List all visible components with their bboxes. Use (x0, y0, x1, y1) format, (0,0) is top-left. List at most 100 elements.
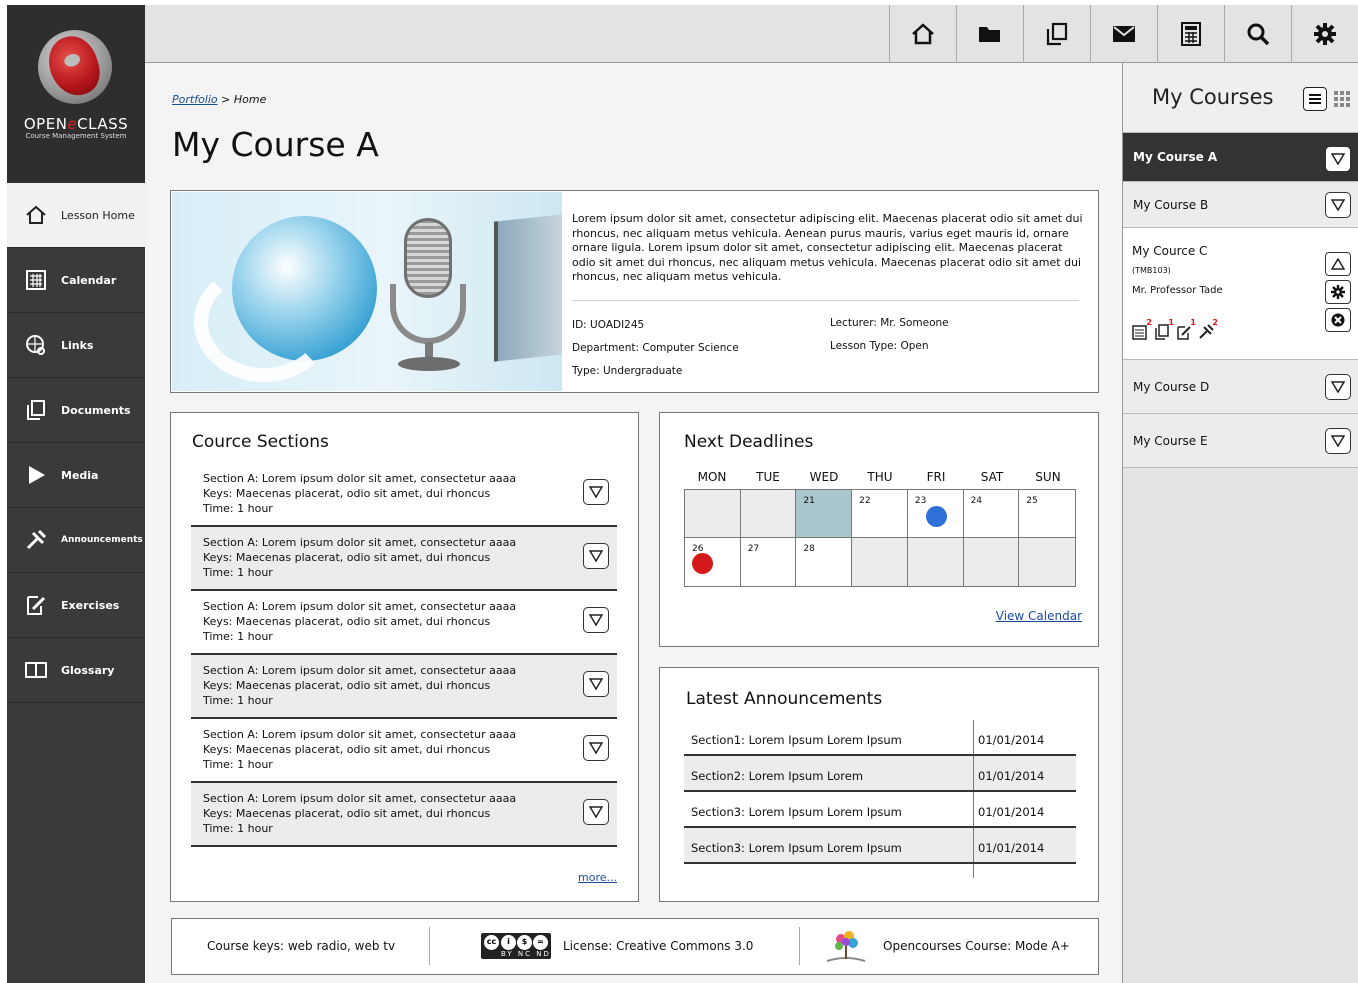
documents-icon (23, 398, 49, 422)
section-row[interactable]: Section A: Lorem ipsum dolor sit amet, c… (191, 719, 617, 783)
calendar-icon[interactable]: 2 (1132, 318, 1152, 343)
announcements-icon[interactable]: 2 (1198, 318, 1218, 343)
search-icon[interactable] (1224, 5, 1291, 63)
expand-section-button[interactable] (583, 735, 609, 761)
calculator-icon[interactable] (1157, 5, 1224, 63)
breadcrumb-portfolio-link[interactable]: Portfolio (172, 93, 218, 106)
course-lecturer: Lecturer: Mr. Someone (830, 317, 949, 329)
expand-section-button[interactable] (583, 799, 609, 825)
divider (572, 300, 1079, 301)
course-description: Lorem ipsum dolor sit amet, consectetur … (572, 212, 1083, 283)
calendar-day-number: 25 (1026, 496, 1038, 506)
announcement-row[interactable]: Section3: Lorem Ipsum Lorem Ipsum 01/01/2… (684, 828, 1076, 864)
opencourses-text: Opencourses Course: Mode A+ (883, 939, 1070, 953)
expand-section-button[interactable] (583, 671, 609, 697)
calendar-day[interactable]: 26 (685, 538, 741, 586)
documents-icon[interactable]: 1 (1154, 318, 1174, 343)
media-play-icon (23, 463, 49, 487)
gear-icon[interactable] (1291, 5, 1358, 63)
section-line3: Time: 1 hour (203, 566, 273, 579)
course-item-my-course-b[interactable]: My Course B (1123, 182, 1358, 228)
chevron-down-icon (589, 678, 603, 690)
app-window: OPENeCLASS Course Management System Less… (7, 5, 1358, 983)
notification-badge: 1 (1168, 318, 1174, 327)
section-line2: Keys: Maecenas placerat, odio sit amet, … (203, 679, 491, 692)
course-sections-list: Section A: Lorem ipsum dolor sit amet, c… (191, 463, 617, 847)
expand-section-button[interactable] (583, 607, 609, 633)
section-line3: Time: 1 hour (203, 822, 273, 835)
glossary-book-icon (23, 658, 49, 682)
section-line1: Section A: Lorem ipsum dolor sit amet, c… (203, 472, 517, 485)
sidebar-item-documents[interactable]: Documents (7, 378, 145, 443)
list-view-button[interactable] (1303, 87, 1327, 111)
sidebar-item-announcements[interactable]: Announcements (7, 508, 145, 573)
announcement-title: Section3: Lorem Ipsum Lorem Ipsum (684, 792, 974, 826)
exercises-icon (23, 593, 49, 617)
logo[interactable]: OPENeCLASS Course Management System (7, 5, 145, 183)
more-sections-link[interactable]: more... (578, 871, 617, 884)
expand-course-button[interactable] (1325, 146, 1351, 172)
course-item-my-course-d[interactable]: My Course D (1123, 360, 1358, 414)
announcement-row[interactable]: Section2: Lorem Ipsum Lorem 01/01/2014 (684, 756, 1076, 792)
calendar-day[interactable]: 24 (963, 490, 1020, 538)
sidebar-item-label: Exercises (61, 598, 120, 612)
sidebar-item-lesson-home[interactable]: Lesson Home (7, 183, 145, 248)
chevron-down-icon (589, 742, 603, 754)
copy-icon[interactable] (1023, 5, 1090, 63)
collapse-course-button[interactable] (1325, 252, 1351, 276)
course-professor: Mr. Professor Tade (1132, 285, 1223, 296)
deadline-marker[interactable] (692, 553, 713, 574)
announcement-row[interactable]: Section1: Lorem Ipsum Lorem Ipsum 01/01/2… (684, 720, 1076, 756)
logo-title: OPENeCLASS (23, 115, 129, 133)
folder-icon[interactable] (956, 5, 1023, 63)
course-settings-button[interactable] (1325, 280, 1351, 304)
links-icon (23, 333, 49, 357)
calendar-day[interactable]: 28 (796, 538, 853, 586)
course-item-my-course-c[interactable]: My Cource C (TMB103) Mr. Professor Tade … (1123, 228, 1358, 360)
deadline-marker[interactable] (925, 506, 947, 527)
grid-view-icon[interactable] (1333, 90, 1351, 108)
calendar-day[interactable]: 23 (907, 490, 964, 538)
chevron-down-icon (1331, 381, 1345, 393)
sidebar-item-media[interactable]: Media (7, 443, 145, 508)
expand-course-button[interactable] (1325, 374, 1351, 400)
table-divider (973, 864, 1076, 878)
divider (429, 927, 430, 965)
calendar-day[interactable]: 22 (852, 490, 908, 538)
course-item-my-course-a[interactable]: My Course A (1123, 133, 1358, 182)
home-icon[interactable] (889, 5, 956, 63)
sidebar-item-glossary[interactable]: Glossary (7, 638, 145, 703)
sidebar-item-exercises[interactable]: Exercises (7, 573, 145, 638)
weekday-label: FRI (926, 470, 946, 484)
sidebar-item-calendar[interactable]: Calendar (7, 248, 145, 313)
calendar-day[interactable]: 27 (740, 538, 797, 586)
section-line2: Keys: Maecenas placerat, odio sit amet, … (203, 807, 491, 820)
remove-course-button[interactable] (1325, 308, 1351, 332)
creative-commons-badge-icon: cc i $ = BY NC ND (481, 933, 551, 959)
announcement-date: 01/01/2014 (978, 733, 1045, 747)
course-item-my-course-e[interactable]: My Course E (1123, 414, 1358, 468)
chevron-down-icon (1331, 435, 1345, 447)
announcement-row[interactable]: Section3: Lorem Ipsum Lorem Ipsum 01/01/2… (684, 792, 1076, 828)
sidebar-item-links[interactable]: Links (7, 313, 145, 378)
section-row[interactable]: Section A: Lorem ipsum dolor sit amet, c… (191, 527, 617, 591)
section-row[interactable]: Section A: Lorem ipsum dolor sit amet, c… (191, 783, 617, 847)
expand-course-button[interactable] (1325, 428, 1351, 454)
section-line1: Section A: Lorem ipsum dolor sit amet, c… (203, 792, 517, 805)
expand-section-button[interactable] (583, 479, 609, 505)
course-id: ID: UOADI245 (572, 319, 645, 331)
expand-course-button[interactable] (1325, 192, 1351, 218)
exercises-icon[interactable]: 1 (1176, 318, 1196, 343)
section-row[interactable]: Section A: Lorem ipsum dolor sit amet, c… (191, 591, 617, 655)
section-row[interactable]: Section A: Lorem ipsum dolor sit amet, c… (191, 655, 617, 719)
view-calendar-link[interactable]: View Calendar (996, 609, 1082, 623)
right-sidebar: My Courses My Course A My Course B My Co… (1122, 63, 1358, 983)
section-row[interactable]: Section A: Lorem ipsum dolor sit amet, c… (191, 463, 617, 527)
expand-section-button[interactable] (583, 543, 609, 569)
divider (799, 927, 800, 965)
announcements-table: Section1: Lorem Ipsum Lorem Ipsum 01/01/2… (684, 720, 1076, 878)
notification-badge: 2 (1212, 318, 1218, 327)
calendar-day-today[interactable]: 21 (796, 490, 853, 538)
calendar-day[interactable]: 25 (1019, 490, 1075, 538)
mail-icon[interactable] (1090, 5, 1157, 63)
